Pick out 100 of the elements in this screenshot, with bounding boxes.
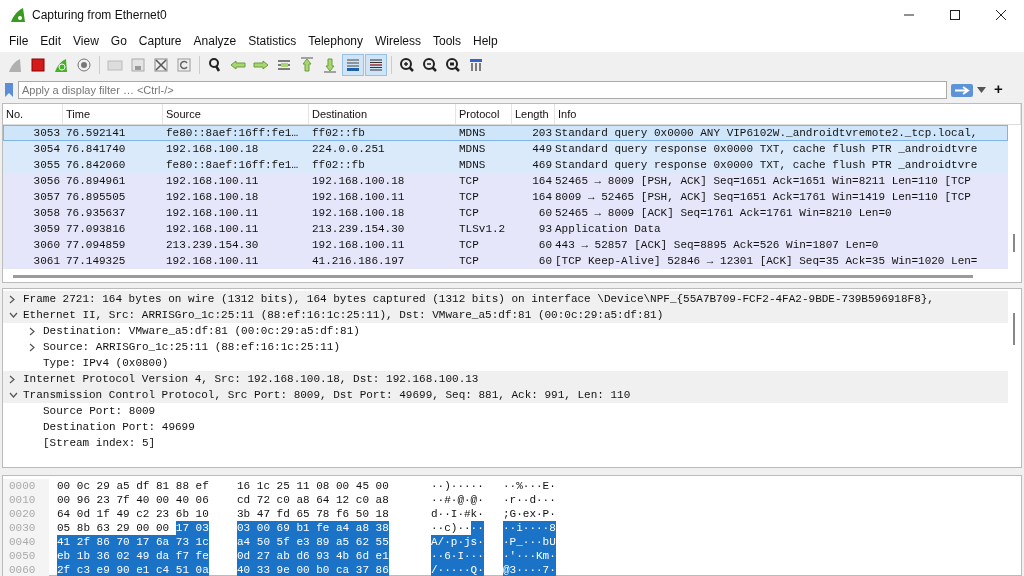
scrollbar-thumb[interactable]	[1013, 313, 1015, 345]
packet-row[interactable]: 3060 77.094859 213.239.154.30 192.168.100.11 TCP 60 443 → 52857 [ACK] Seq=8895 Ack=526 Win=1807 Len=0	[3, 237, 1008, 253]
hex-bytes: 16 1c 25 11 08 00 45 00	[237, 479, 389, 493]
close-file-icon	[153, 57, 169, 73]
column-header[interactable]: No.	[3, 104, 63, 124]
offset-label: 0010	[3, 493, 49, 507]
table-cell-text: 192.168.100.11	[165, 223, 260, 235]
table-cell-text: 3060	[32, 239, 61, 251]
chevron-right-icon[interactable]	[9, 294, 15, 304]
menu-item[interactable]: Capture	[133, 34, 187, 48]
tree-item[interactable]: Source: ARRISGro_1c:25:11 (88:ef:16:1c:25:11)	[43, 341, 341, 353]
table-cell-text: 60	[537, 239, 553, 251]
menu-item[interactable]: Analyze	[188, 34, 242, 48]
arrow-right-icon[interactable]	[951, 83, 973, 97]
table-cell-text: 469	[531, 159, 553, 171]
table-cell-text: 192.168.100.18	[165, 143, 260, 155]
table-cell-text: TCP	[458, 207, 480, 219]
menu-item[interactable]: File	[4, 34, 34, 48]
table-cell-text: 76.841740	[65, 143, 127, 155]
packet-row[interactable]: 3059 77.093816 192.168.100.11 213.239.154.30 TLSv1.2 93 Application Data	[3, 221, 1008, 237]
chevron-down-icon[interactable]	[9, 312, 18, 318]
menu-item[interactable]: Go	[105, 34, 132, 48]
bookmark-icon[interactable]	[4, 83, 14, 97]
column-header[interactable]: Length	[512, 104, 555, 124]
menu-item[interactable]: Help	[468, 34, 503, 48]
packet-row[interactable]: 3056 76.894961 192.168.100.11 192.168.100.18 TCP 164 52465 → 8009 [PSH, ACK] Seq=1651 Ack=1651 Win=8211 Len=110 [TCP	[3, 173, 1008, 189]
scrollbar-thumb[interactable]	[13, 275, 973, 278]
menu-item[interactable]: Wireless	[370, 34, 426, 48]
window-title: Capturing from Ethernet0	[32, 8, 167, 22]
hex-bytes: 64 0d 1f 49 c2 23 6b 10	[57, 507, 209, 521]
packet-row[interactable]: 3061 77.149325 192.168.100.11 41.216.186.197 TCP 60 [TCP Keep-Alive] 52846 → 12301 [ACK] Seq=35 Ack=35 Win=1020 Len=	[3, 253, 1008, 269]
list-arrow-icon	[276, 57, 292, 73]
zoom-out-icon	[422, 57, 438, 73]
chevron-down-icon[interactable]	[9, 392, 18, 398]
column-header[interactable]: Protocol	[456, 104, 512, 124]
column-header[interactable]: Info	[555, 104, 1021, 124]
hex-bytes: a4 50 5f e3 89 a5 62 55	[237, 535, 389, 549]
packet-row[interactable]: 3054 76.841740 192.168.100.18 224.0.0.251 MDNS 449 Standard query response 0x0000 TXT, cache flush PTR _androidtvre	[3, 141, 1008, 157]
add-filter-button[interactable]: +	[994, 80, 1003, 97]
hex-bytes: cd 72 c0 a8 64 12 c0 a8	[237, 493, 389, 507]
zoom-reset-icon	[445, 57, 461, 73]
hex-bytes: 2f c3 e9 90 e1 c4 51 0a	[57, 563, 209, 576]
packet-row[interactable]: 3057 76.895505 192.168.100.18 192.168.100.11 TCP 164 8009 → 52465 [PSH, ACK] Seq=1651 Ack=1761 Win=1419 Len=110 [TCP	[3, 189, 1008, 205]
columns-icon	[468, 57, 484, 73]
column-header[interactable]: Source	[163, 104, 309, 124]
hex-bytes: 00 0c 29 a5 df 81 88 ef	[57, 479, 209, 493]
packet-row[interactable]: 3058 76.935637 192.168.100.11 192.168.100.18 TCP 60 52465 → 8009 [ACK] Seq=1761 Ack=1761 Win=8210 Len=0	[3, 205, 1008, 221]
close-icon[interactable]	[995, 9, 1007, 21]
arrow-down-icon	[322, 57, 338, 73]
offset-label: 0030	[3, 521, 49, 535]
table-cell-text: MDNS	[458, 143, 487, 155]
tree-item[interactable]: Type: IPv4 (0x0800)	[43, 357, 169, 369]
hex-bytes: 41 2f 86 70 17 6a 73 1c	[57, 535, 209, 549]
menu-item[interactable]: Edit	[35, 34, 67, 48]
ascii-text: @3····7·	[503, 563, 556, 576]
table-cell-text: 192.168.100.11	[311, 239, 406, 251]
table-cell-text: 41.216.186.197	[311, 255, 406, 267]
table-cell-text: 164	[531, 175, 553, 187]
menu-item[interactable]: Statistics	[243, 34, 302, 48]
table-cell-text: 3056	[32, 175, 61, 187]
hex-bytes: 17 03	[175, 521, 209, 535]
packet-row[interactable]: 3055 76.842060 fe80::8aef:16ff:fe1… ff02::fb MDNS 469 Standard query response 0x0000 TXT, cache flush PTR _androidtvre	[3, 157, 1008, 173]
table-cell-text: 203	[531, 127, 553, 139]
hex-bytes: 05 8b 63 29 00 00	[57, 521, 170, 535]
table-cell-text: MDNS	[458, 159, 487, 171]
tree-item[interactable]: [Stream index: 5]	[43, 437, 156, 449]
table-cell-text: 3059	[32, 223, 61, 235]
reload-icon	[176, 57, 192, 73]
menu-item[interactable]: Tools	[428, 34, 466, 48]
ascii-text: ··)·····	[431, 479, 484, 493]
ascii-text: /·····Q·	[431, 563, 484, 576]
menu-item[interactable]: Telephony	[303, 34, 368, 48]
hex-bytes: 40 33 9e 00 b0 ca 37 86	[237, 563, 389, 576]
table-cell-text: 192.168.100.18	[311, 207, 406, 219]
table-cell-text: 164	[531, 191, 553, 203]
shark-fin-icon	[53, 57, 69, 73]
tree-item[interactable]: Source Port: 8009	[43, 405, 156, 417]
tree-item[interactable]: Destination Port: 49699	[43, 421, 195, 433]
column-header[interactable]: Time	[63, 104, 163, 124]
table-cell-text: Application Data	[555, 223, 662, 235]
maximize-icon[interactable]	[949, 9, 961, 21]
packet-row[interactable]: 3053 76.592141 fe80::8aef:16ff:fe1… ff02::fb MDNS 203 Standard query 0x0000 ANY VIP6102W._androidtvremote2._tcp.local,	[3, 125, 1008, 141]
table-cell-text: 77.149325	[65, 255, 127, 267]
shark-fin-icon	[7, 57, 23, 73]
toggle-button[interactable]	[342, 54, 364, 76]
menu-item[interactable]: View	[68, 34, 104, 48]
chevron-right-icon[interactable]	[9, 374, 15, 384]
column-header[interactable]: Destination	[309, 104, 456, 124]
toggle-button[interactable]	[365, 54, 387, 76]
table-cell-text: TCP	[458, 191, 480, 203]
zoom-in-icon	[399, 57, 415, 73]
scrollbar-thumb[interactable]	[1013, 234, 1015, 252]
table-cell-text: 192.168.100.11	[165, 207, 260, 219]
table-cell-text: TCP	[458, 175, 480, 187]
table-cell-text: 443 → 52857 [ACK] Seq=8895 Ack=526 Win=1807 Len=0	[555, 239, 880, 251]
display-filter-field[interactable]: Apply a display filter … <Ctrl-/>	[18, 81, 947, 99]
table-cell-text: 60	[537, 207, 553, 219]
tree-item[interactable]: Destination: VMware_a5:df:81 (00:0c:29:a5:df:81)	[43, 325, 360, 337]
dropdown-caret-icon[interactable]	[977, 87, 986, 93]
ascii-text: ·P_···bU	[503, 535, 556, 549]
